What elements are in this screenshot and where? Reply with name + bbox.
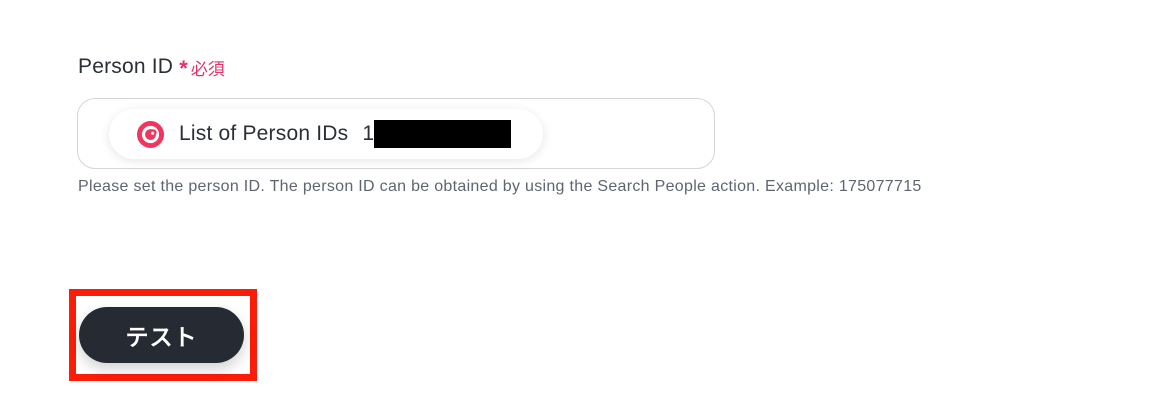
field-help-text: Please set the person ID. The person ID … xyxy=(78,178,922,195)
person-id-input[interactable]: List of Person IDs 1 xyxy=(77,98,715,169)
required-asterisk: * xyxy=(179,56,188,81)
variable-chip[interactable]: List of Person IDs 1 xyxy=(109,109,543,159)
test-button[interactable]: テスト xyxy=(79,307,244,363)
form-page: Person ID * 必須 List of Person IDs 1 Plea… xyxy=(0,0,1158,402)
field-label-row: Person ID * 必須 xyxy=(78,52,225,82)
field-label: Person ID xyxy=(78,55,174,78)
redacted-value xyxy=(374,120,512,148)
required-badge: 必須 xyxy=(190,59,225,79)
chip-value: 1 xyxy=(362,122,375,145)
app-logo-icon xyxy=(137,120,164,148)
chip-label: List of Person IDs xyxy=(179,122,349,145)
